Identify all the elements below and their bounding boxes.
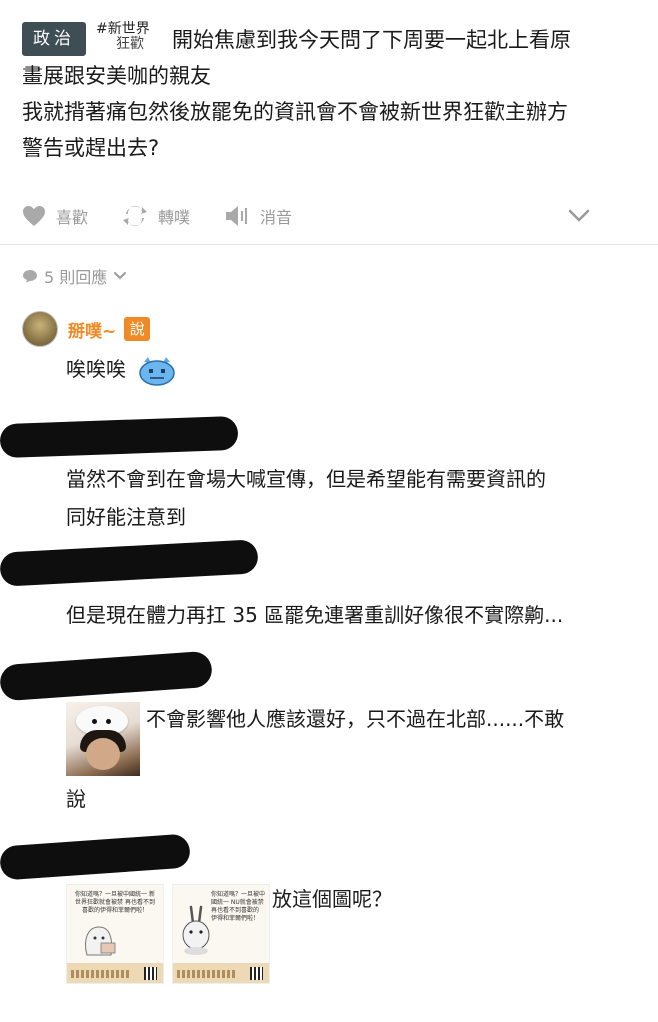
reply-count-toggle[interactable]: 5 則回應: [22, 264, 127, 288]
category-badge[interactable]: 政治: [22, 22, 86, 56]
qr-code-icon: [250, 967, 263, 980]
rabbit-character-illustration: [182, 905, 210, 955]
reply-count-label: 5 則回應: [44, 268, 108, 287]
speech-bubble-icon: [23, 270, 37, 283]
comment-text: 唉唉唉: [66, 350, 176, 388]
chevron-down-icon: [114, 272, 127, 280]
post-text-line1: 開始焦慮到我今天問了下周要一起北上看原: [172, 28, 571, 52]
avatar[interactable]: [22, 311, 58, 347]
mute-label: 消音: [260, 208, 293, 227]
attached-image-card-1[interactable]: 你知道嗎？一旦被中國統一 新世界狂歡就會被禁 再也看不到喜歡的伊得和菲爾們啦！: [66, 884, 164, 984]
card-footer-text: [177, 970, 237, 978]
repost-icon: [123, 205, 148, 227]
comment-text-line1: 不會影響他人應該還好，只不過在北部......不敢: [146, 707, 565, 731]
section-divider: [0, 244, 658, 245]
comment-text: 放這個圖呢？: [272, 880, 392, 918]
repost-label: 轉噗: [158, 208, 191, 227]
redacted-username: [0, 833, 191, 881]
comment-text-line2: 同好能注意到: [66, 505, 186, 529]
more-options-button[interactable]: [568, 209, 600, 223]
blue-blob-emoticon-icon: [139, 356, 176, 386]
post-body: 政治 #新世界 狂歡 開始焦慮到我今天問了下周要一起北上看原 畫展跟安美咖的親友…: [22, 22, 642, 166]
plurk-post: 政治 #新世界 狂歡 開始焦慮到我今天問了下周要一起北上看原 畫展跟安美咖的親友…: [22, 22, 642, 166]
post-text-line2: 畫展跟安美咖的親友: [22, 64, 211, 88]
hashtag-new-world[interactable]: #新世界 狂歡: [96, 22, 168, 56]
comment-text-line2: 說: [66, 787, 86, 811]
post-text-line4: 警告或趕出去?: [22, 136, 160, 160]
comment-text: 但是現在體力再扛 35 區罷免連署重訓好像很不實際齁...: [66, 596, 563, 634]
card-footer-text: [71, 970, 131, 978]
like-button[interactable]: 喜歡: [22, 204, 88, 228]
post-tags: 政治 #新世界 狂歡: [22, 22, 168, 56]
redacted-username: [0, 650, 213, 702]
qualifier-badge: 說: [124, 317, 151, 341]
comment-text: 當然不會到在會場大喊宣傳，但是希望能有需要資訊的 同好能注意到: [66, 460, 546, 536]
comment-text: 不會影響他人應該還好，只不過在北部......不敢: [146, 700, 564, 738]
comment-author[interactable]: 掰噗~: [68, 317, 116, 342]
attached-image-card-2[interactable]: 你知道嗎？一旦被中國統一 NU就會被禁 再也看不到喜歡的 伊得和菲爾們啦！: [172, 884, 270, 984]
card-caption: 你知道嗎？一旦被中國統一 新世界狂歡就會被禁 再也看不到喜歡的伊得和菲爾們啦！: [75, 891, 155, 914]
repost-button[interactable]: 轉噗: [122, 204, 190, 228]
comment-text-content: 放這個圖呢？: [272, 887, 392, 911]
card-footer: [173, 963, 269, 983]
photo-face: [86, 738, 120, 770]
comment-text-content: 唉唉唉: [66, 357, 126, 381]
comment-text-content: 但是現在體力再扛 35 區罷免連署重訓好像很不實際齁...: [66, 603, 564, 627]
comment-header: 掰噗~ 說: [22, 311, 151, 347]
mute-button[interactable]: 消音: [224, 204, 292, 228]
redacted-username: [0, 539, 259, 587]
card-caption: 你知道嗎？一旦被中國統一 NU就會被禁 再也看不到喜歡的 伊得和菲爾們啦！: [211, 891, 266, 922]
sticker-photo[interactable]: [66, 702, 140, 776]
comment-text-line1: 當然不會到在會場大喊宣傳，但是希望能有需要資訊的: [66, 467, 546, 491]
hashtag-line2: 狂歡: [116, 36, 144, 52]
card-footer: [67, 963, 163, 983]
post-text-line3: 我就揹著痛包然後放罷免的資訊會不會被新世界狂歡主辦方: [22, 100, 568, 124]
redacted-username: [0, 415, 239, 459]
chevron-down-icon: [568, 209, 590, 222]
speaker-mute-icon: [226, 206, 248, 226]
comment-text-continued: 說: [66, 780, 86, 818]
heart-icon: [23, 206, 45, 226]
hashtag-line1: #新世界: [96, 21, 150, 37]
post-actions: 喜歡 轉噗 消音: [22, 200, 634, 232]
qr-code-icon: [144, 967, 157, 980]
like-label: 喜歡: [56, 208, 89, 227]
ghost-character-illustration: [85, 926, 116, 956]
